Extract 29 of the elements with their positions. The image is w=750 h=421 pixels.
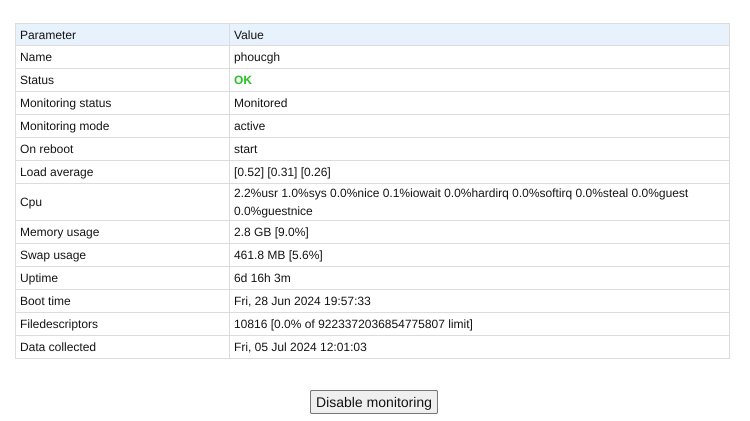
table-cell: 6d 16h 3m xyxy=(230,266,730,290)
table-cell: [0.52] [0.31] [0.26] xyxy=(230,160,730,184)
table-cell: Load average xyxy=(16,160,230,184)
table-cell: 2.8 GB [9.0%] xyxy=(230,220,730,244)
table-cell: Status xyxy=(16,68,230,92)
table-cell: Fri, 05 Jul 2024 12:01:03 xyxy=(230,336,730,358)
table-cell: Filedescriptors xyxy=(16,312,230,336)
table-cell: Fri, 28 Jun 2024 19:57:33 xyxy=(230,290,730,312)
table-cell: phoucgh xyxy=(230,46,730,68)
table-cell: Boot time xyxy=(16,290,230,312)
table-cell: 2.2%usr 1.0%sys 0.0%nice 0.1%iowait 0.0%hardirq 0.0%softirq 0.0%steal 0.0%guest 0.0%guestnice xyxy=(230,184,730,220)
disable-monitoring-button[interactable]: Disable monitoring xyxy=(310,390,438,414)
table-cell: Swap usage xyxy=(16,244,230,266)
table-cell: On reboot xyxy=(16,138,230,160)
table-cell: Memory usage xyxy=(16,220,230,244)
table-cell: 10816 [0.0% of 9223372036854775807 limit] xyxy=(230,312,730,336)
table-cell: Monitoring mode xyxy=(16,114,230,138)
status-cell: OK xyxy=(230,68,730,92)
table-cell: Uptime xyxy=(16,266,230,290)
table-cell: Monitored xyxy=(230,92,730,114)
table-cell: Name xyxy=(16,46,230,68)
column-header: Parameter xyxy=(16,24,230,46)
column-header: Value xyxy=(230,24,730,46)
table-cell: Data collected xyxy=(16,336,230,358)
table-cell: Monitoring status xyxy=(16,92,230,114)
table-cell: active xyxy=(230,114,730,138)
table-cell: 461.8 MB [5.6%] xyxy=(230,244,730,266)
table-cell: start xyxy=(230,138,730,160)
table-cell: Cpu xyxy=(16,184,230,220)
